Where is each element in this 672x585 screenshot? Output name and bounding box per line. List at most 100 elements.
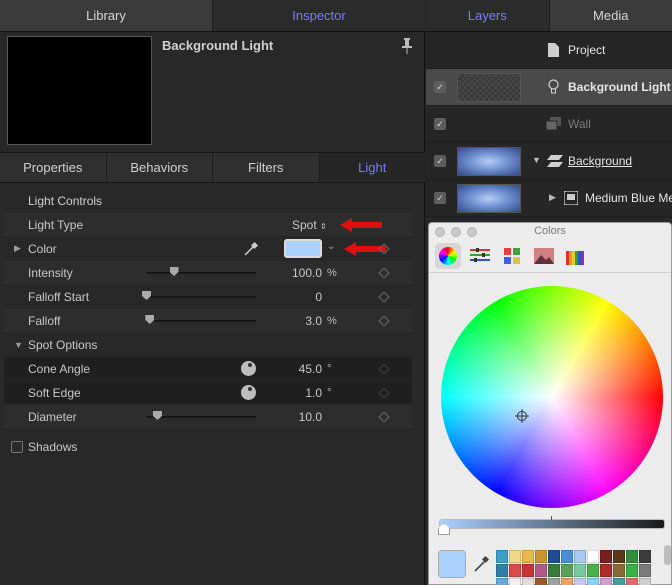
intensity-slider[interactable]	[146, 272, 256, 274]
color-wheel[interactable]	[441, 286, 663, 508]
keyframe-icon[interactable]	[378, 411, 390, 423]
soft-edge-dial-icon[interactable]	[241, 385, 256, 400]
keyframe-icon[interactable]	[378, 363, 390, 375]
palette-swatch[interactable]	[600, 578, 612, 585]
palette-swatch[interactable]	[496, 550, 508, 563]
palette-swatch[interactable]	[561, 578, 573, 585]
palette-swatch[interactable]	[509, 578, 521, 585]
layer-medium-blue[interactable]: ✓ ▶ Medium Blue Me	[426, 180, 672, 217]
layer-project[interactable]: Project	[426, 32, 672, 69]
palette-swatch[interactable]	[535, 550, 547, 563]
palette-swatch[interactable]	[613, 578, 625, 585]
falloff-slider[interactable]	[146, 320, 256, 322]
layer-visibility-checkbox[interactable]: ✓	[434, 155, 446, 167]
palette-swatch[interactable]	[574, 550, 586, 563]
palette-swatch[interactable]	[522, 550, 534, 563]
brightness-slider[interactable]	[439, 519, 665, 529]
falloff-start-slider-thumb[interactable]	[142, 291, 151, 300]
color-wheel-icon	[439, 247, 457, 265]
layer-background[interactable]: ✓ ▼ Background	[426, 143, 672, 180]
palette-swatch[interactable]	[587, 550, 599, 563]
wheel-crosshair-icon[interactable]	[515, 409, 529, 423]
palette-swatch[interactable]	[535, 578, 547, 585]
palette-swatch[interactable]	[548, 578, 560, 585]
palette-swatch[interactable]	[496, 578, 508, 585]
palette-swatch[interactable]	[626, 564, 638, 577]
palette-swatch[interactable]	[496, 564, 508, 577]
palette-swatch[interactable]	[613, 564, 625, 577]
palette-swatch[interactable]	[561, 564, 573, 577]
color-well[interactable]	[284, 239, 322, 258]
disclosure-triangle-icon[interactable]: ▶	[549, 192, 556, 203]
tab-library[interactable]: Library	[0, 0, 212, 31]
pin-icon[interactable]	[401, 38, 413, 54]
intensity-value[interactable]: 100.0	[262, 266, 322, 280]
palette-swatch[interactable]	[626, 578, 638, 585]
spot-options-row[interactable]: ▼ Spot Options	[4, 333, 412, 356]
layer-wall[interactable]: ✓ Wall	[426, 106, 672, 143]
palette-swatch[interactable]	[561, 550, 573, 563]
layer-visibility-checkbox[interactable]: ✓	[434, 81, 446, 93]
disclosure-open-icon[interactable]: ▼	[532, 155, 541, 165]
falloff-slider-thumb[interactable]	[145, 315, 155, 324]
image-palettes-tab[interactable]	[531, 243, 557, 269]
colors-panel: Colors	[428, 222, 672, 585]
tab-properties[interactable]: Properties	[0, 153, 106, 182]
palette-swatch[interactable]	[509, 550, 521, 563]
tab-light[interactable]: Light	[318, 153, 425, 182]
layer-visibility-checkbox[interactable]: ✓	[434, 192, 446, 204]
disclosure-triangle-icon[interactable]: ▶	[14, 243, 21, 254]
tab-behaviors[interactable]: Behaviors	[105, 153, 213, 182]
shadows-checkbox[interactable]	[11, 441, 23, 453]
palette-swatch[interactable]	[535, 564, 547, 577]
cone-angle-dial-icon[interactable]	[241, 361, 256, 376]
diameter-slider-thumb[interactable]	[153, 411, 162, 420]
falloff-start-slider[interactable]	[146, 296, 256, 298]
layer-visibility-checkbox[interactable]: ✓	[434, 118, 446, 130]
palette-swatch[interactable]	[574, 564, 586, 577]
palette-swatch[interactable]	[587, 578, 599, 585]
palette-swatch[interactable]	[522, 578, 534, 585]
color-wheel-tab[interactable]	[435, 243, 461, 269]
intensity-slider-thumb[interactable]	[169, 267, 179, 276]
falloff-start-value[interactable]: 0	[262, 290, 322, 304]
keyframe-icon[interactable]	[378, 387, 390, 399]
palette-swatch[interactable]	[613, 550, 625, 563]
palette-swatch[interactable]	[574, 578, 586, 585]
disclosure-open-icon[interactable]: ▼	[14, 340, 23, 350]
palette-swatch[interactable]	[587, 564, 599, 577]
current-color-swatch[interactable]	[438, 550, 466, 578]
diameter-slider[interactable]	[146, 416, 256, 418]
keyframe-icon[interactable]	[378, 291, 390, 303]
palette-swatch[interactable]	[522, 564, 534, 577]
soft-edge-value[interactable]: 1.0	[262, 386, 322, 400]
light-type-popup[interactable]: Spot ⇕	[292, 218, 327, 232]
eyedropper-icon[interactable]	[473, 555, 491, 573]
palette-swatch[interactable]	[639, 550, 651, 563]
tab-layers[interactable]: Layers	[426, 0, 549, 31]
left-tab-bar: Library Inspector	[0, 0, 425, 32]
keyframe-icon[interactable]	[378, 267, 390, 279]
tab-filters[interactable]: Filters	[212, 153, 319, 182]
layer-background-light[interactable]: ✓ Background Light	[426, 69, 672, 106]
palette-swatch[interactable]	[639, 564, 651, 577]
palette-swatch[interactable]	[639, 578, 651, 585]
color-palettes-tab[interactable]	[499, 243, 525, 269]
palette-swatch[interactable]	[600, 564, 612, 577]
cone-angle-value[interactable]: 45.0	[262, 362, 322, 376]
palette-swatch[interactable]	[509, 564, 521, 577]
palette-swatch[interactable]	[548, 564, 560, 577]
keyframe-icon[interactable]	[378, 315, 390, 327]
eyedropper-icon[interactable]	[243, 241, 259, 257]
palette-scrollbar[interactable]	[664, 545, 671, 565]
tab-inspector[interactable]: Inspector	[212, 0, 425, 31]
falloff-value[interactable]: 3.0	[262, 314, 322, 328]
palette-swatch[interactable]	[548, 550, 560, 563]
chevron-down-icon[interactable]: ⌄	[327, 241, 335, 252]
palette-swatch[interactable]	[626, 550, 638, 563]
tab-media[interactable]: Media	[548, 0, 672, 31]
palette-swatch[interactable]	[600, 550, 612, 563]
diameter-value[interactable]: 10.0	[262, 410, 322, 424]
crayons-tab[interactable]	[563, 243, 589, 269]
color-sliders-tab[interactable]	[467, 243, 493, 269]
